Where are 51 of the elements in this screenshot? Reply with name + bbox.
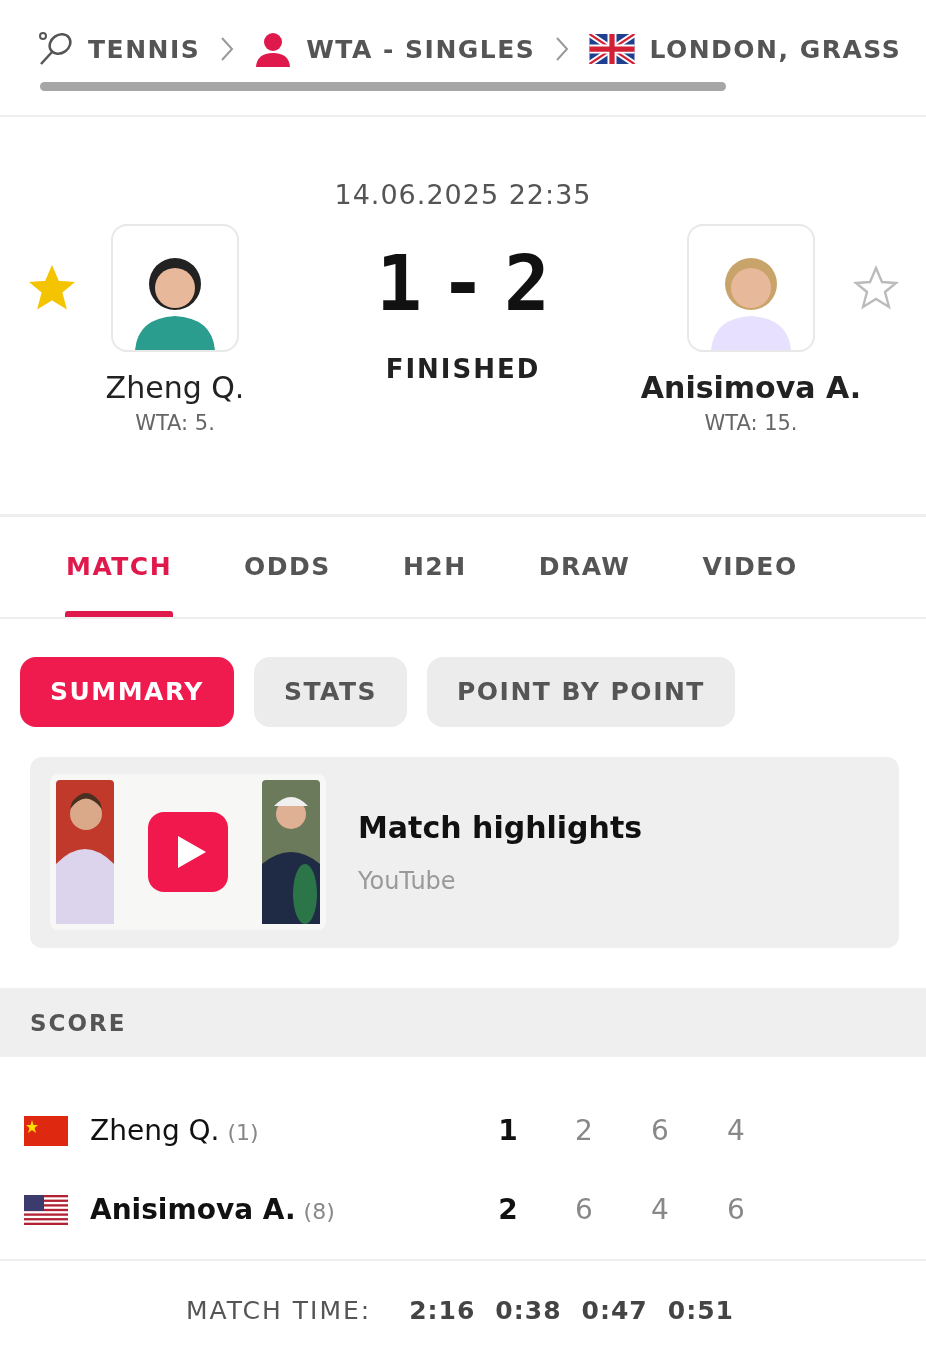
racket-icon <box>38 31 74 67</box>
set-score: 6 <box>574 1193 594 1227</box>
breadcrumb-link[interactable]: WTA - SINGLES <box>306 34 536 64</box>
subtab-pill[interactable]: POINT BY POINT <box>427 656 735 727</box>
score-separator: - <box>440 239 486 329</box>
set-score: 6 <box>726 1193 746 1227</box>
flag-icon <box>24 1194 68 1225</box>
section-header: SCORE <box>0 988 926 1058</box>
set-score: 2 <box>574 1114 594 1148</box>
player-rank: WTA: 15. <box>704 410 798 435</box>
breadcrumb-link[interactable]: LONDON, GRASS <box>649 34 902 64</box>
player-name[interactable]: Zheng Q. <box>90 1114 220 1148</box>
match-status: FINISHED <box>385 353 541 384</box>
flag-icon <box>589 34 636 64</box>
tab[interactable]: ODDS <box>208 516 367 617</box>
sets-total: 2 <box>497 1193 519 1227</box>
player-name[interactable]: Zheng Q. <box>105 369 245 405</box>
sets-total: 1 <box>497 1114 519 1148</box>
person-icon <box>254 31 293 67</box>
chevron-icon <box>555 36 570 62</box>
tab[interactable]: VIDEO <box>666 516 834 617</box>
breadcrumb-link[interactable]: TENNIS <box>88 34 201 64</box>
set-score: 4 <box>650 1193 670 1227</box>
match-time-value: 0:38 <box>495 1296 562 1326</box>
score: 2 <box>503 239 550 329</box>
subtab-pill[interactable]: SUMMARY <box>20 656 234 727</box>
highlight-title: Match highlights <box>358 809 643 845</box>
tab[interactable]: H2H <box>366 516 503 617</box>
favorite-star-icon[interactable] <box>28 263 76 312</box>
tab[interactable]: MATCH <box>30 516 209 617</box>
highlight-card[interactable]: Match highlights YouTube <box>30 756 899 949</box>
match-date: 14.06.2025 22:35 <box>334 178 592 210</box>
favorite-star-icon[interactable] <box>852 263 900 312</box>
subtab-pill[interactable]: STATS <box>253 656 407 727</box>
score: 1 <box>376 239 423 329</box>
highlight-source: YouTube <box>358 866 457 895</box>
set-score: 6 <box>650 1114 670 1148</box>
set-score: 4 <box>726 1114 746 1148</box>
player-rank: WTA: 5. <box>135 410 215 435</box>
play-button-icon[interactable] <box>148 812 228 893</box>
player-name[interactable]: Anisimova A. <box>640 369 862 405</box>
match-time-label: MATCH TIME: <box>186 1296 372 1326</box>
chevron-icon <box>220 36 235 62</box>
player-seed: (8) <box>303 1199 335 1225</box>
player-seed: (1) <box>227 1120 259 1146</box>
match-time-value: 0:47 <box>581 1296 648 1326</box>
match-time-value: 2:16 <box>409 1296 476 1326</box>
flag-icon <box>24 1115 68 1146</box>
player-name[interactable]: Anisimova A. <box>90 1193 296 1227</box>
match-time-value: 0:51 <box>667 1296 734 1326</box>
tab[interactable]: DRAW <box>502 516 667 617</box>
